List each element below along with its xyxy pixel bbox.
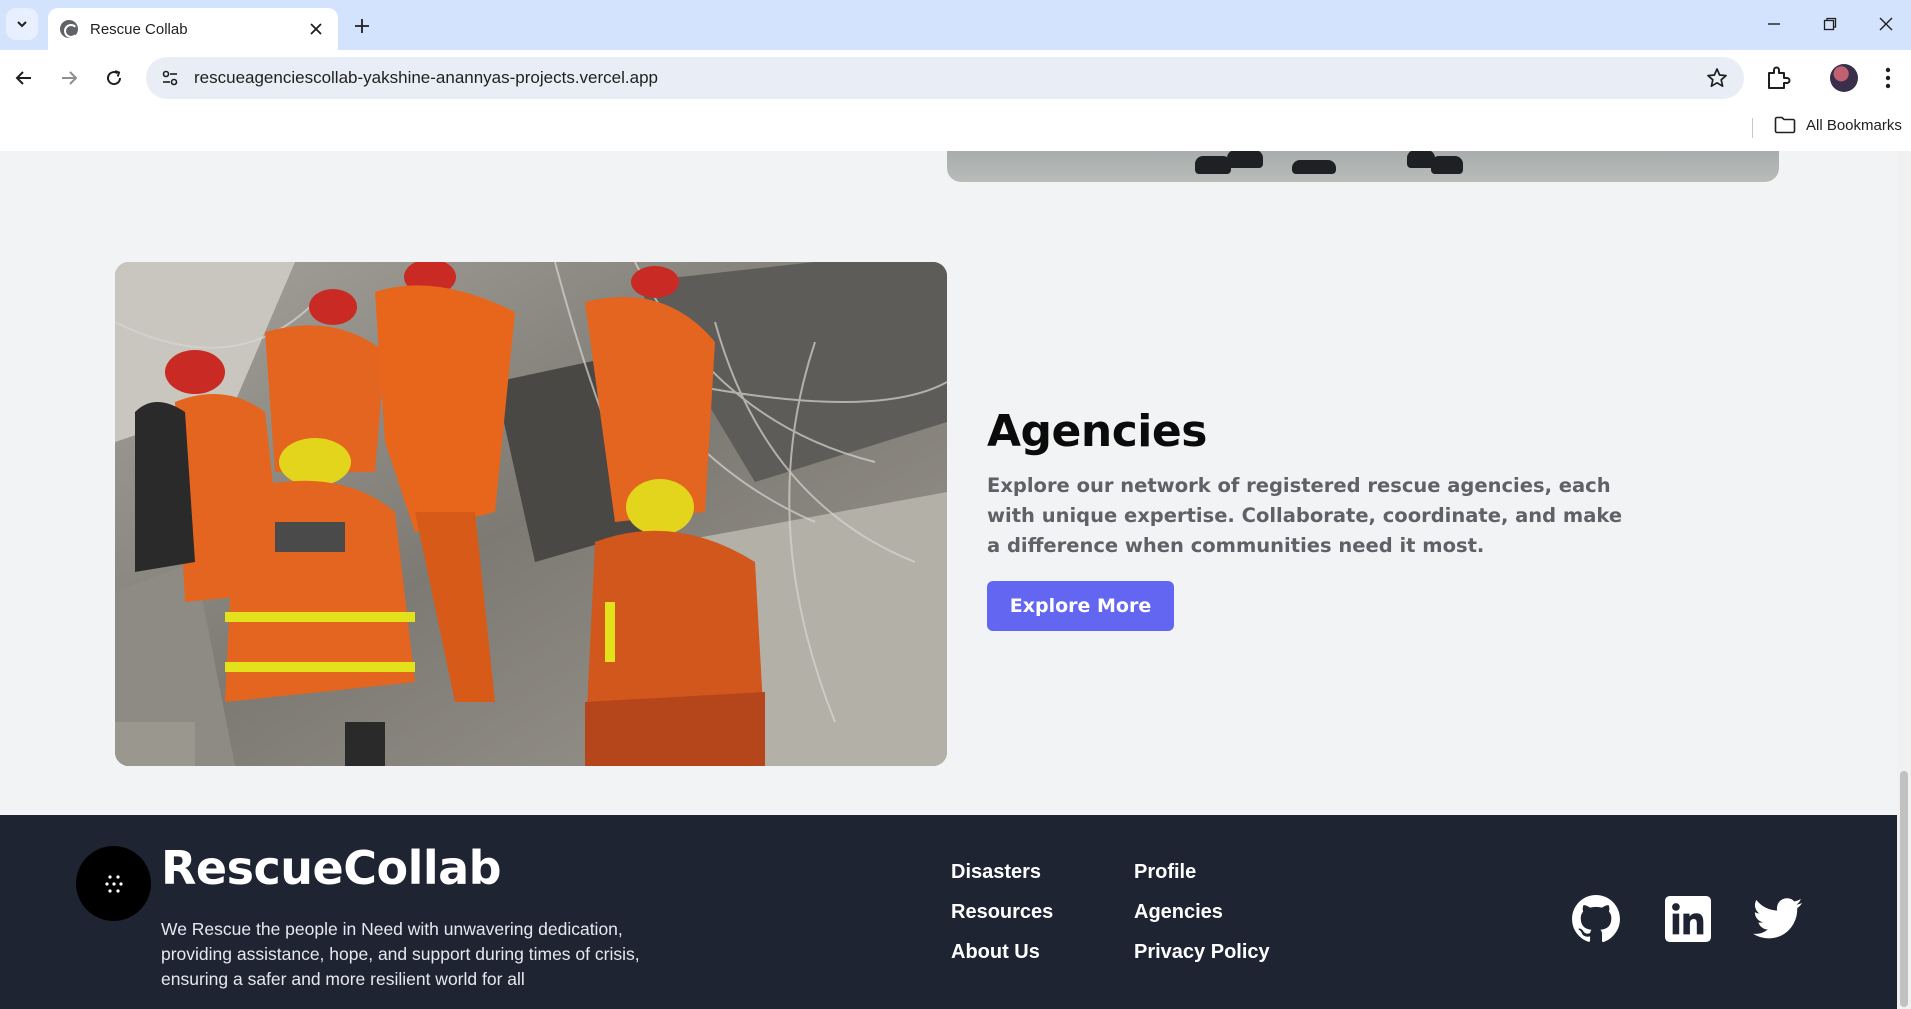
page-scrollbar[interactable] xyxy=(1897,151,1911,1009)
agencies-section: Agencies Explore our network of register… xyxy=(987,406,1627,631)
footer-link-resources[interactable]: Resources xyxy=(951,901,1053,924)
chevron-down-icon xyxy=(17,21,27,28)
linkedin-link[interactable] xyxy=(1662,893,1714,945)
rubble-illustration xyxy=(115,262,947,766)
plus-icon xyxy=(355,19,369,33)
footer-link-profile[interactable]: Profile xyxy=(1134,861,1196,884)
folder-icon xyxy=(1774,116,1796,134)
explore-more-button[interactable]: Explore More xyxy=(987,581,1174,631)
github-link[interactable] xyxy=(1570,893,1622,945)
tab-search-button[interactable] xyxy=(6,8,38,40)
bookmark-star-icon[interactable] xyxy=(1706,67,1728,89)
section-title: Agencies xyxy=(987,406,1207,457)
address-bar[interactable]: rescueagenciescollab-yakshine-anannyas-p… xyxy=(146,57,1744,99)
restore-button[interactable] xyxy=(1802,8,1858,40)
forward-button[interactable] xyxy=(53,62,85,94)
rescue-workers-image xyxy=(115,262,947,766)
reload-icon xyxy=(107,70,122,86)
footer-link-about-us[interactable]: About Us xyxy=(951,941,1040,964)
new-tab-button[interactable] xyxy=(348,12,376,40)
footer-link-privacy-policy[interactable]: Privacy Policy xyxy=(1134,941,1270,964)
more-menu-icon[interactable] xyxy=(1878,64,1898,92)
profile-avatar[interactable] xyxy=(1830,64,1858,92)
minimize-icon xyxy=(1768,23,1780,25)
arrow-right-icon xyxy=(62,71,78,85)
bookmarks-divider xyxy=(1752,118,1753,138)
browser-toolbar: rescueagenciescollab-yakshine-anannyas-p… xyxy=(0,50,1911,106)
footer-brand[interactable]: RescueCollab xyxy=(161,841,502,895)
arrow-left-icon xyxy=(15,71,31,85)
close-tab-button[interactable] xyxy=(306,19,326,39)
restore-icon xyxy=(1823,17,1837,31)
page-viewport: Agencies Explore our network of register… xyxy=(0,151,1897,1009)
bookmarks-bar: All Bookmarks xyxy=(0,106,1911,151)
site-settings-icon[interactable] xyxy=(160,68,180,88)
globe-icon xyxy=(60,20,78,38)
twitter-link[interactable] xyxy=(1752,893,1804,945)
footer-link-disasters[interactable]: Disasters xyxy=(951,861,1041,884)
reload-button[interactable] xyxy=(98,62,130,94)
tab-title: Rescue Collab xyxy=(90,20,188,38)
logo[interactable] xyxy=(76,846,151,921)
all-bookmarks-button[interactable]: All Bookmarks xyxy=(1774,116,1902,134)
close-window-button[interactable] xyxy=(1858,8,1911,40)
footer-link-agencies[interactable]: Agencies xyxy=(1134,901,1223,924)
back-button[interactable] xyxy=(8,62,40,94)
close-icon xyxy=(1879,17,1893,31)
extensions-icon[interactable] xyxy=(1762,62,1794,94)
url-text: rescueagenciescollab-yakshine-anannyas-p… xyxy=(194,68,658,87)
dots-grid-icon xyxy=(104,874,123,893)
site-footer: RescueCollab We Rescue the people in Nee… xyxy=(0,815,1897,1009)
all-bookmarks-label: All Bookmarks xyxy=(1806,116,1902,134)
twitter-icon xyxy=(1753,898,1803,939)
previous-section-image xyxy=(947,151,1779,182)
github-icon xyxy=(1572,895,1620,943)
scrollbar-thumb[interactable] xyxy=(1900,771,1908,1007)
tab-strip: Rescue Collab xyxy=(0,0,1911,50)
linkedin-icon xyxy=(1665,896,1711,942)
footer-tagline: We Rescue the people in Need with unwave… xyxy=(161,919,640,989)
minimize-button[interactable] xyxy=(1746,8,1802,40)
section-description: Explore our network of registered rescue… xyxy=(987,474,1623,557)
active-tab[interactable]: Rescue Collab xyxy=(48,8,338,50)
close-icon xyxy=(310,23,322,35)
